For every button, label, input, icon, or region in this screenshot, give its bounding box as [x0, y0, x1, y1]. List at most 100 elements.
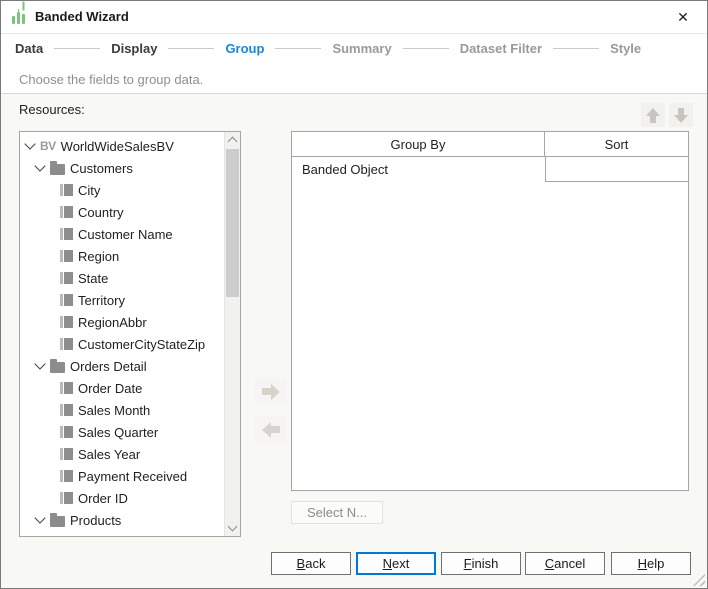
step-connector	[275, 48, 321, 49]
tree-scrollbar[interactable]	[224, 132, 240, 536]
field-icon	[60, 184, 73, 196]
tree-item-label: Products	[70, 513, 121, 528]
move-up-button[interactable]	[641, 103, 665, 127]
scrollbar-thumb[interactable]	[226, 149, 239, 297]
tree-item-payment-received[interactable]: Payment Received	[20, 465, 223, 487]
tree-item-order-date[interactable]: Order Date	[20, 377, 223, 399]
field-icon	[60, 228, 73, 240]
tree-item-label: WorldWideSalesBV	[61, 139, 174, 154]
scroll-up-icon[interactable]	[225, 132, 240, 148]
tree-item-regionabbr[interactable]: RegionAbbr	[20, 311, 223, 333]
tree-item-label: State	[78, 271, 108, 286]
banded-wizard-dialog: Banded Wizard ✕ Data Display Group Summa…	[0, 0, 708, 589]
tree-item-label: Payment Received	[78, 469, 187, 484]
arrow-down-icon	[674, 108, 688, 123]
folder-icon	[50, 362, 65, 373]
tree-item-label: Sales Year	[78, 447, 140, 462]
field-icon	[60, 294, 73, 306]
tree-item[interactable]	[20, 531, 223, 536]
tree-item-territory[interactable]: Territory	[20, 289, 223, 311]
tree-item-label: City	[78, 183, 100, 198]
arrow-up-icon	[646, 108, 660, 123]
wizard-step-display[interactable]: Display	[111, 41, 157, 56]
tree-item-customercitystatezip[interactable]: CustomerCityStateZip	[20, 333, 223, 355]
tree-item-label: Order Date	[78, 381, 142, 396]
tree-item-worldwidesalesbv[interactable]: BV WorldWideSalesBV	[20, 135, 223, 157]
field-icon	[60, 492, 73, 504]
wizard-step-dataset-filter[interactable]: Dataset Filter	[460, 41, 542, 56]
tree-item-label: RegionAbbr	[78, 315, 147, 330]
tree-item-label: Region	[78, 249, 119, 264]
finish-button[interactable]: Finish	[441, 552, 521, 575]
cancel-button[interactable]: Cancel	[525, 552, 605, 575]
chevron-down-icon[interactable]	[34, 512, 45, 523]
tree-item-label: Territory	[78, 293, 125, 308]
step-description: Choose the fields to group data.	[19, 72, 203, 87]
tree-item-sales-quarter[interactable]: Sales Quarter	[20, 421, 223, 443]
field-icon	[60, 404, 73, 416]
tree-item-label: CustomerCityStateZip	[78, 337, 205, 352]
field-icon	[60, 250, 73, 262]
field-icon	[60, 470, 73, 482]
tree-item-label: Country	[78, 205, 124, 220]
banded-wizard-icon	[11, 9, 28, 26]
tree-item-sales-year[interactable]: Sales Year	[20, 443, 223, 465]
step-connector	[168, 48, 214, 49]
tree-item-customer-name[interactable]: Customer Name	[20, 223, 223, 245]
column-header-sort: Sort	[545, 132, 688, 156]
group-by-cell[interactable]: Banded Object	[292, 157, 545, 182]
tree-item-label: Customer Name	[78, 227, 173, 242]
tree-item-order-id[interactable]: Order ID	[20, 487, 223, 509]
wizard-steps: Data Display Group Summary Dataset Filte…	[15, 41, 641, 56]
scroll-down-icon[interactable]	[225, 520, 240, 536]
tree-item-state[interactable]: State	[20, 267, 223, 289]
chevron-down-icon[interactable]	[34, 358, 45, 369]
close-icon[interactable]: ✕	[672, 1, 694, 33]
field-icon	[60, 448, 73, 460]
remove-from-group-button[interactable]	[255, 416, 287, 443]
tree-item-sales-month[interactable]: Sales Month	[20, 399, 223, 421]
tree-item-region[interactable]: Region	[20, 245, 223, 267]
tree-item-country[interactable]: Country	[20, 201, 223, 223]
move-down-button[interactable]	[669, 103, 693, 127]
business-view-icon: BV	[40, 139, 56, 153]
field-icon	[60, 272, 73, 284]
table-row[interactable]: Banded Object	[292, 157, 688, 182]
tree-item-orders-detail[interactable]: Orders Detail	[20, 355, 223, 377]
field-icon	[60, 426, 73, 438]
tree-rows: BV WorldWideSalesBV Customers City Countr…	[20, 135, 223, 536]
help-button[interactable]: Help	[611, 552, 691, 575]
arrow-left-icon	[262, 422, 280, 438]
tree-item-customers[interactable]: Customers	[20, 157, 223, 179]
resources-tree[interactable]: BV WorldWideSalesBV Customers City Countr…	[19, 131, 241, 537]
wizard-step-data[interactable]: Data	[15, 41, 43, 56]
select-n-button[interactable]: Select N...	[291, 501, 383, 524]
folder-icon	[50, 164, 65, 175]
back-button[interactable]: Back	[271, 552, 351, 575]
step-connector	[553, 48, 599, 49]
main-area: Resources: BVWorldWideSalesBV Customers …	[1, 94, 707, 589]
tree-item-label: Orders Detail	[70, 359, 147, 374]
tree-item-city[interactable]: City	[20, 179, 223, 201]
tree-item-label: Sales Quarter	[78, 425, 158, 440]
window-title: Banded Wizard	[35, 1, 129, 33]
arrow-right-icon	[262, 384, 280, 400]
tree-item-products[interactable]: Products	[20, 509, 223, 531]
tree-item-label: Sales Month	[78, 403, 150, 418]
chevron-down-icon[interactable]	[34, 160, 45, 171]
field-icon	[60, 382, 73, 394]
table-header-row: Group By Sort	[292, 132, 688, 157]
wizard-step-style[interactable]: Style	[610, 41, 641, 56]
next-button[interactable]: Next	[356, 552, 436, 575]
folder-icon	[50, 516, 65, 527]
add-to-group-button[interactable]	[255, 378, 287, 405]
tree-item-label: Customers	[70, 161, 133, 176]
wizard-step-summary[interactable]: Summary	[332, 41, 391, 56]
step-connector	[54, 48, 100, 49]
wizard-step-group[interactable]: Group	[225, 41, 264, 56]
field-icon	[60, 316, 73, 328]
chevron-down-icon[interactable]	[24, 138, 35, 149]
sort-cell[interactable]	[545, 157, 688, 182]
group-by-table: Group By Sort Banded Object	[291, 131, 689, 491]
field-icon	[60, 206, 73, 218]
